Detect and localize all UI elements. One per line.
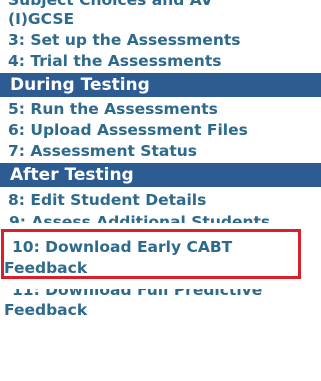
menu-item-upload-files[interactable]: 6: Upload Assessment Files (8, 120, 248, 140)
menu-item-trial-assessments[interactable]: 4: Trial the Assessments (8, 51, 221, 71)
menu-item-igcse[interactable]: (I)GCSE (8, 9, 74, 29)
menu-item-download-early-feedback-line2[interactable]: Feedback (4, 258, 87, 278)
section-header-after-testing: After Testing (0, 163, 321, 187)
menu-item-set-up-assessments[interactable]: 3: Set up the Assessments (8, 30, 241, 50)
menu-item-edit-student-details[interactable]: 8: Edit Student Details (8, 190, 206, 210)
section-header-during-testing: During Testing (0, 73, 321, 97)
assessment-menu: Subject Choices and AV (I)GCSE 3: Set up… (0, 0, 321, 381)
menu-item-assessment-status[interactable]: 7: Assessment Status (8, 141, 197, 161)
menu-item-download-full-feedback-line1[interactable]: 11: Download Full Predictive (12, 289, 262, 300)
menu-item-download-full-feedback-line2[interactable]: Feedback (4, 300, 87, 320)
menu-item-download-early-feedback-line1[interactable]: 10: Download Early CABT (12, 237, 232, 257)
menu-item-run-assessments[interactable]: 5: Run the Assessments (8, 99, 218, 119)
